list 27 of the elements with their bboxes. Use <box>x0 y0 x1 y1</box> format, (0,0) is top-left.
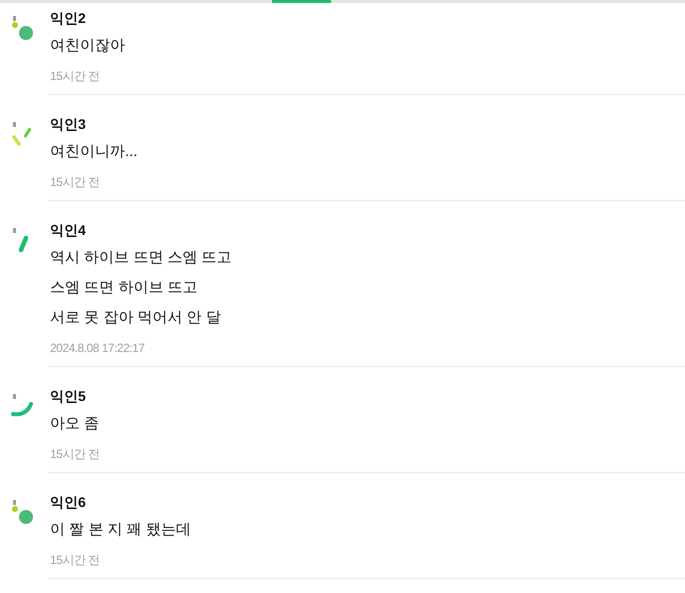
author-name: 익인3 <box>50 115 87 134</box>
marker-icon <box>13 16 16 21</box>
comment-text: 역시 하이브 뜨면 스엠 뜨고 <box>50 248 233 268</box>
author-name: 익인4 <box>50 221 87 240</box>
marker-icon <box>13 228 16 233</box>
comment-text: 여친이잖아 <box>50 36 126 56</box>
comment-text: 서로 못 잡아 먹어서 안 달 <box>50 308 222 328</box>
comment-text: 이 짤 본 지 꽤 됐는데 <box>50 520 192 540</box>
author-name: 익인6 <box>50 493 87 512</box>
bar-icon <box>18 236 28 252</box>
dots-icon <box>12 506 33 524</box>
comment-time: 15시간 전 <box>50 68 101 85</box>
comment-text: 스엠 뜨면 하이브 뜨고 <box>50 278 199 298</box>
dots-icon <box>12 22 33 40</box>
marker-icon <box>13 500 16 505</box>
marker-icon <box>13 122 16 127</box>
comment-text: 여친이니까... <box>50 142 139 162</box>
author-name: 익인2 <box>50 9 87 28</box>
dashes-icon <box>12 128 31 146</box>
arc-icon <box>11 402 33 416</box>
comment-time: 15시간 전 <box>50 174 101 191</box>
comment-time: 2024.8.08 17:22:17 <box>50 340 146 357</box>
comment-text: 아오 좀 <box>50 414 100 434</box>
comment-time: 15시간 전 <box>50 446 101 463</box>
author-name: 익인5 <box>50 387 87 406</box>
marker-icon <box>13 394 16 399</box>
comment-time: 15시간 전 <box>50 552 101 569</box>
